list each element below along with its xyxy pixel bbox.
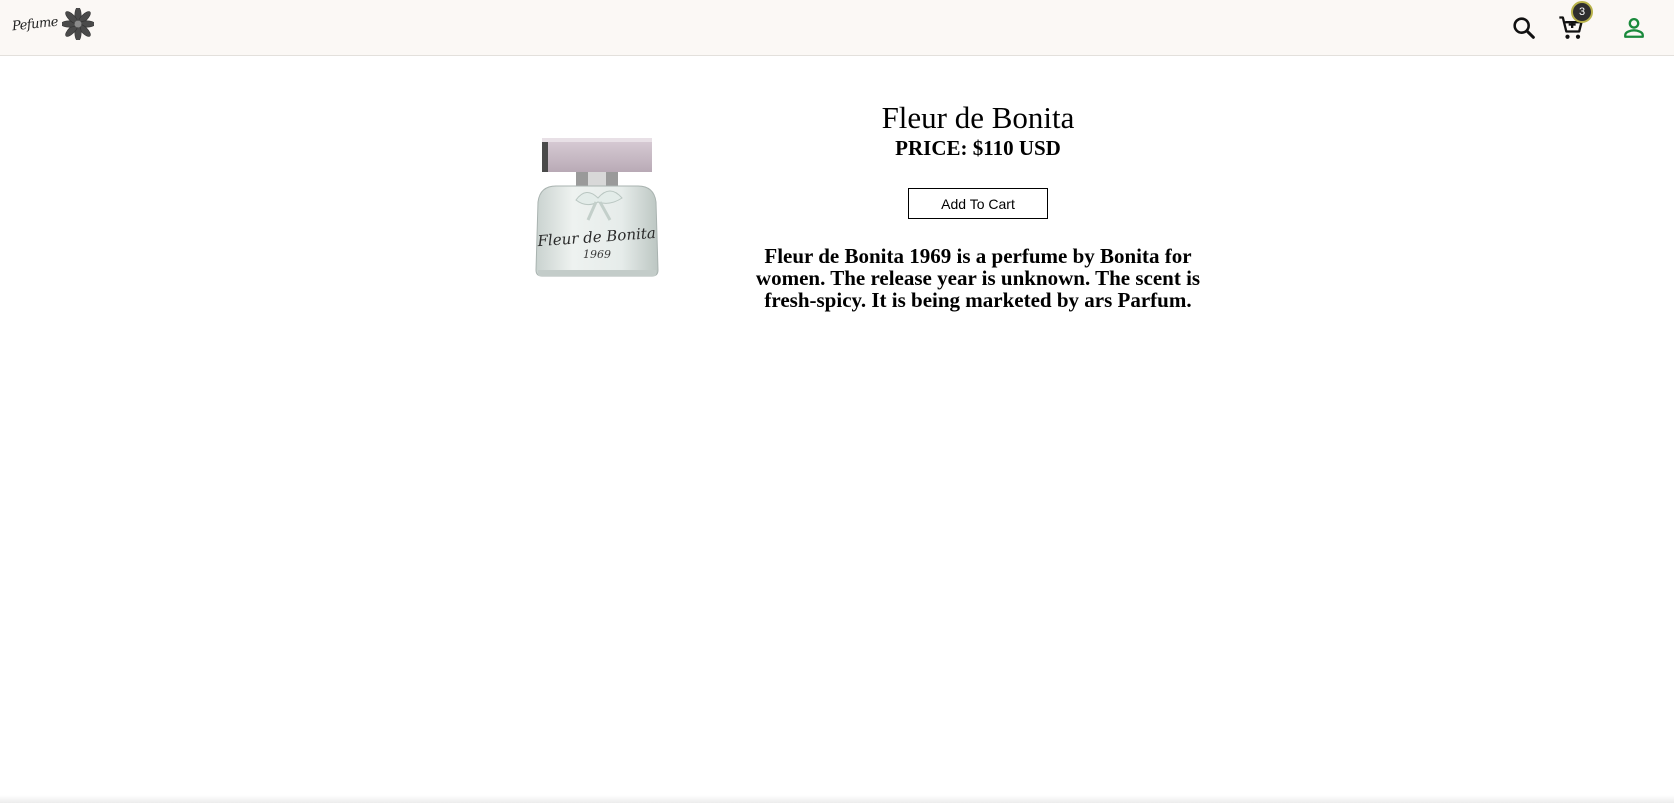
account-icon xyxy=(1624,17,1644,38)
site-logo[interactable]: Pefume xyxy=(11,8,95,40)
top-navigation-bar: Pefume 3 xyxy=(0,0,1674,56)
add-to-cart-button[interactable]: Add To Cart xyxy=(908,188,1048,219)
product-title: Fleur de Bonita xyxy=(881,100,1075,135)
product-price: PRICE: $110 USD xyxy=(895,136,1061,160)
account-button[interactable] xyxy=(1620,14,1648,42)
product-description: Fleur de Bonita 1969 is a perfume by Bon… xyxy=(755,244,1201,312)
product-details: Fleur de Bonita PRICE: $110 USD Add To C… xyxy=(740,100,1216,311)
cart-count-badge: 3 xyxy=(1571,1,1593,23)
flower-logo-icon xyxy=(62,8,95,40)
bottle-label-year: 1969 xyxy=(583,248,611,261)
search-button[interactable] xyxy=(1510,14,1538,42)
product-image: Fleur de Bonita 1969 xyxy=(526,124,676,284)
page-bottom-edge xyxy=(0,795,1674,803)
search-icon xyxy=(1513,17,1535,39)
perfume-bottle-image: Fleur de Bonita 1969 xyxy=(535,138,659,277)
logo-text: Pefume xyxy=(11,14,59,34)
